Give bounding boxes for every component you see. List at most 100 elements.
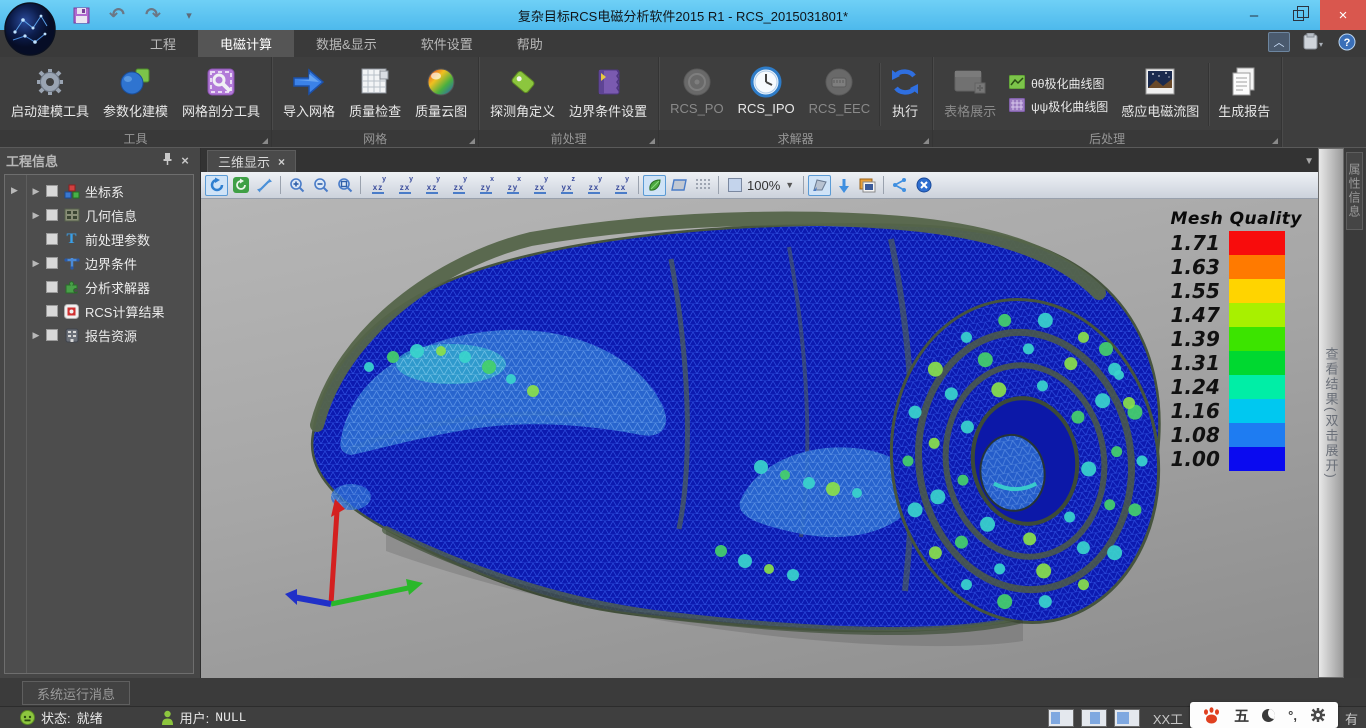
- probe-angle-button[interactable]: 探测角定义: [483, 59, 562, 130]
- launch-modeler-button[interactable]: 启动建模工具: [4, 59, 96, 130]
- legend-swatch: [1229, 303, 1285, 327]
- tab-3d-display[interactable]: 三维显示 ×: [207, 150, 296, 172]
- group-launcher-preprocess[interactable]: [649, 138, 655, 144]
- layout-center-button[interactable]: [1081, 709, 1107, 727]
- view-preset-button[interactable]: yzx: [608, 175, 634, 196]
- points-view-icon[interactable]: [691, 175, 714, 196]
- viewport-canvas[interactable]: Mesh Quality 1.71 1.63 1.55 1.47 1.39 1.…: [201, 199, 1318, 678]
- tree-item-report-resources[interactable]: ▶ 报告资源: [27, 323, 193, 347]
- layout-right-button[interactable]: [1114, 709, 1140, 727]
- ime-settings-gear-icon[interactable]: [1310, 707, 1326, 723]
- zoom-extents-icon[interactable]: [333, 175, 356, 196]
- tab-data-display[interactable]: 数据&显示: [294, 30, 399, 57]
- view-preset-button[interactable]: yzx: [527, 175, 553, 196]
- checkbox[interactable]: [46, 233, 58, 245]
- mesh-model[interactable]: [201, 199, 1316, 676]
- property-info-tab[interactable]: 属性信息: [1346, 152, 1363, 230]
- rcs-po-button[interactable]: RCS_PO: [663, 59, 730, 130]
- checkbox[interactable]: [46, 329, 58, 341]
- wireframe-view-icon[interactable]: [667, 175, 690, 196]
- checkbox[interactable]: [46, 305, 58, 317]
- import-mesh-button[interactable]: 导入网格: [276, 59, 342, 130]
- checkbox[interactable]: [46, 257, 58, 269]
- tab-help[interactable]: 帮助: [495, 30, 565, 57]
- ime-logo-icon[interactable]: [1202, 706, 1221, 724]
- view-preset-button[interactable]: yzx: [581, 175, 607, 196]
- ribbon-group-solver: RCS_PO RCS_IPO RCS_EEC: [659, 57, 933, 147]
- share-link-icon[interactable]: [888, 175, 911, 196]
- app-logo-icon[interactable]: [3, 2, 57, 56]
- shaded-view-icon[interactable]: [643, 175, 666, 196]
- color-sphere-icon: [425, 63, 457, 101]
- group-launcher-mesh[interactable]: [469, 138, 475, 144]
- table-show-button[interactable]: 表格展示: [937, 59, 1003, 130]
- zoom-in-icon[interactable]: [285, 175, 308, 196]
- group-launcher-postprocess[interactable]: [1272, 138, 1278, 144]
- psi-curve-button[interactable]: ψψ极化曲线图: [1009, 98, 1108, 115]
- close-button[interactable]: ×: [1320, 0, 1366, 30]
- rcs-ipo-button[interactable]: RCS_IPO: [731, 59, 802, 130]
- pan-icon[interactable]: [253, 175, 276, 196]
- mesh-quality-legend: Mesh Quality 1.71 1.63 1.55 1.47 1.39 1.…: [1171, 209, 1302, 471]
- gen-report-button[interactable]: 生成报告: [1211, 59, 1277, 130]
- ribbon-collapse-icon[interactable]: ︿: [1268, 32, 1290, 52]
- tree-item-coordinates[interactable]: ▶ 坐标系: [27, 179, 193, 203]
- boundary-cfg-button[interactable]: 边界条件设置: [562, 59, 654, 130]
- spin-view-icon[interactable]: [229, 175, 252, 196]
- layout-left-button[interactable]: [1048, 709, 1074, 727]
- tree-root-expander[interactable]: ▶: [11, 185, 18, 196]
- view-preset-button[interactable]: yzx: [392, 175, 418, 196]
- table-window-icon: [953, 63, 987, 101]
- quality-check-button[interactable]: 质量检查: [342, 59, 408, 130]
- minimize-button[interactable]: –: [1232, 0, 1276, 30]
- tab-em-compute[interactable]: 电磁计算: [198, 30, 294, 57]
- view-preset-button[interactable]: yxz: [419, 175, 445, 196]
- checkbox[interactable]: [46, 185, 58, 197]
- group-launcher-solver[interactable]: [923, 138, 929, 144]
- zoom-level-dropdown[interactable]: 100% ▼: [723, 175, 799, 196]
- quality-cloud-button[interactable]: 质量云图: [408, 59, 474, 130]
- rcs-eec-button[interactable]: RCS_EEC: [802, 59, 877, 130]
- view-preset-button[interactable]: xzy: [500, 175, 526, 196]
- legend-swatch: [1229, 447, 1285, 471]
- tab-close-icon[interactable]: ×: [278, 155, 285, 169]
- view-preset-button[interactable]: yzx: [446, 175, 472, 196]
- pin-icon[interactable]: [158, 152, 176, 168]
- tree-item-boundary[interactable]: ▶ 边界条件: [27, 251, 193, 275]
- zoom-out-icon[interactable]: [309, 175, 332, 196]
- view-preset-button[interactable]: yxz: [365, 175, 391, 196]
- tree-item-geometry[interactable]: ▶ 几何信息: [27, 203, 193, 227]
- param-modeling-button[interactable]: 参数化建模: [96, 59, 175, 130]
- probe-angle-label: 探测角定义: [490, 101, 555, 120]
- pick-face-icon[interactable]: [808, 175, 831, 196]
- tree-item-preprocess-params[interactable]: T 前处理参数: [27, 227, 193, 251]
- checkbox[interactable]: [46, 281, 58, 293]
- tab-overflow-icon[interactable]: ▼: [1304, 156, 1314, 167]
- ime-punct-mode[interactable]: °,: [1288, 708, 1297, 723]
- mesh-tool-button[interactable]: 网格剖分工具: [175, 59, 267, 130]
- window-style-icon[interactable]: ▾: [1302, 32, 1324, 52]
- view-preset-button[interactable]: zyx: [554, 175, 580, 196]
- tab-project[interactable]: 工程: [128, 30, 198, 57]
- checkbox[interactable]: [46, 209, 58, 221]
- legend-value: 1.47: [1171, 303, 1229, 327]
- theta-curve-button[interactable]: θθ极化曲线图: [1009, 75, 1108, 92]
- tab-settings[interactable]: 软件设置: [399, 30, 495, 57]
- close-view-icon[interactable]: [912, 175, 935, 196]
- ime-fullhalf-icon[interactable]: [1262, 709, 1275, 722]
- view-preset-button[interactable]: xzy: [473, 175, 499, 196]
- help-icon[interactable]: ?: [1336, 32, 1358, 52]
- tree-item-rcs-results[interactable]: RCS计算结果: [27, 299, 193, 323]
- group-launcher-tools[interactable]: [262, 138, 268, 144]
- tree-item-solver[interactable]: 分析求解器: [27, 275, 193, 299]
- execute-button[interactable]: 执行: [882, 59, 928, 130]
- restore-button[interactable]: [1276, 0, 1320, 30]
- ime-shape-mode[interactable]: 五: [1234, 705, 1249, 726]
- panel-close-icon[interactable]: ×: [176, 153, 194, 168]
- results-collapsed-bar[interactable]: 查看结果(双击展开): [1318, 148, 1344, 678]
- induced-flow-button[interactable]: 感应电磁流图: [1114, 59, 1206, 130]
- system-message-tab[interactable]: 系统运行消息: [22, 681, 130, 705]
- arrow-down-icon[interactable]: [832, 175, 855, 196]
- scene-capture-icon[interactable]: [856, 175, 879, 196]
- orbit-rotate-icon[interactable]: [205, 175, 228, 196]
